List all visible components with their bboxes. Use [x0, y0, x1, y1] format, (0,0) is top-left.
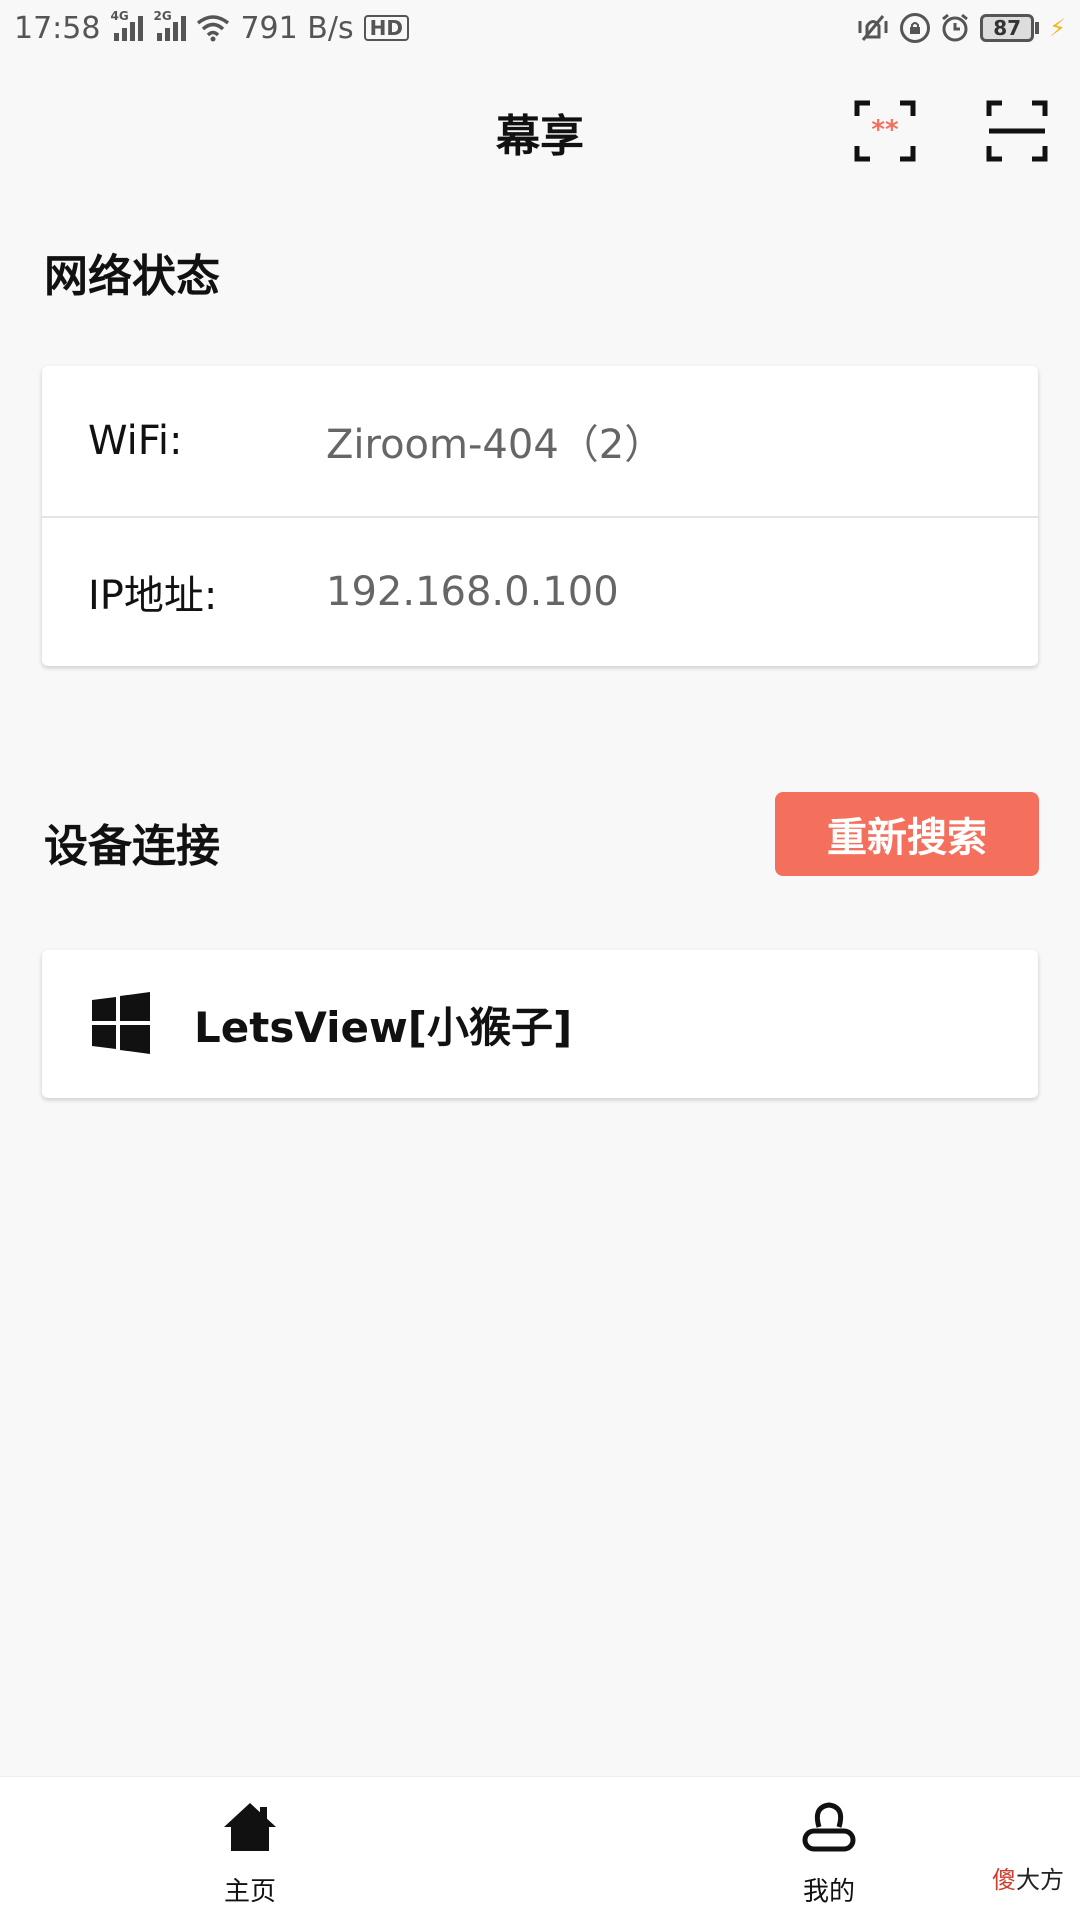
status-bar: 17:58 4G 2G 791 B/s HD 87 ⚡ [0, 0, 1080, 56]
re-search-button[interactable]: 重新搜索 [775, 792, 1039, 876]
device-list-item[interactable]: LetsView[小猴子] [42, 950, 1038, 1098]
scan-icon [986, 100, 1048, 162]
nav-mine[interactable]: 我的 [729, 1777, 929, 1920]
wifi-value: Ziroom-404（2） [326, 422, 665, 468]
status-right: 87 ⚡ [856, 13, 1066, 43]
ip-value: 192.168.0.100 [326, 569, 619, 615]
vibrate-icon [858, 15, 888, 41]
battery-level: 87 [980, 14, 1035, 42]
page-title: 幕享 [496, 111, 584, 162]
status-left: 17:58 4G 2G 791 B/s HD [14, 9, 409, 46]
nav-mine-label: 我的 [802, 1877, 855, 1907]
clock: 17:58 [14, 10, 101, 46]
bottom-nav: 主页 我的 [0, 1776, 1080, 1920]
windows-icon [92, 992, 150, 1054]
device-name: LetsView[小猴子] [194, 1002, 573, 1052]
scan-code-button[interactable]: ** [854, 100, 916, 162]
rotation-lock-icon [900, 13, 931, 43]
nav-home[interactable]: 主页 [150, 1777, 350, 1920]
network-section-title: 网络状态 [44, 251, 220, 302]
nav-home-label: 主页 [223, 1877, 276, 1907]
screen: 17:58 4G 2G 791 B/s HD 87 ⚡ 幕享 ** 网络状态 W… [0, 0, 1080, 1920]
network-card: WiFi: Ziroom-404（2） IP地址: 192.168.0.100 [42, 366, 1038, 666]
cell-signal-2-icon: 2G [153, 9, 187, 41]
scan-qr-button[interactable] [986, 100, 1048, 162]
wifi-icon [197, 15, 230, 42]
charging-icon: ⚡ [1049, 14, 1066, 42]
scan-code-icon: ** [854, 100, 916, 162]
ip-row: IP地址: 192.168.0.100 [42, 516, 1038, 666]
home-icon [224, 1803, 276, 1851]
alarm-icon [942, 13, 969, 42]
devices-section-title: 设备连接 [44, 821, 220, 872]
hd-icon: HD [363, 15, 409, 41]
watermark: 傻大方 [992, 1866, 1064, 1894]
cell-signal-1-icon: 4G [110, 9, 144, 41]
battery-icon: 87 [980, 14, 1040, 42]
ip-label: IP地址: [88, 573, 218, 619]
wifi-row: WiFi: Ziroom-404（2） [42, 366, 1038, 516]
person-icon [802, 1802, 856, 1852]
svg-text:**: ** [871, 115, 899, 145]
title-bar: 幕享 ** [0, 56, 1080, 200]
network-speed: 791 B/s [240, 10, 354, 46]
wifi-label: WiFi: [88, 418, 183, 464]
